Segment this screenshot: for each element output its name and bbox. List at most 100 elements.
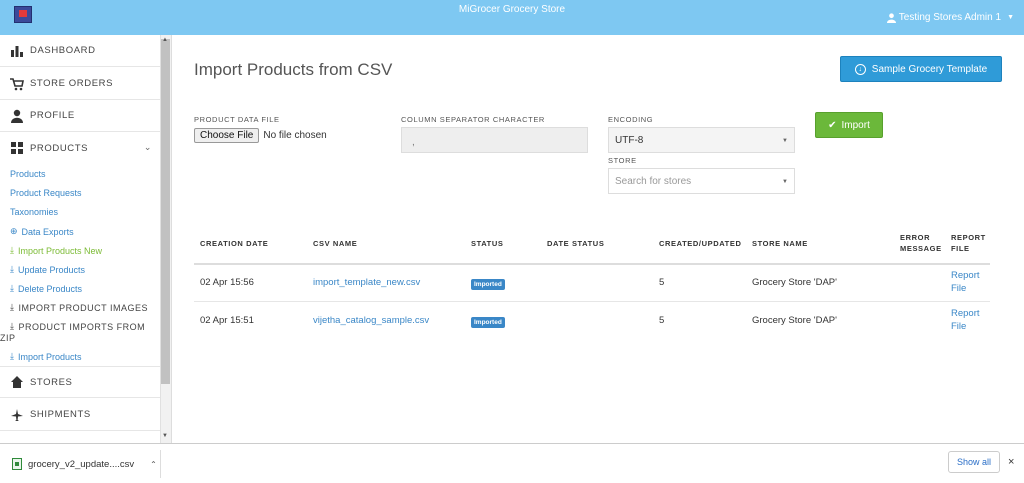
sidebar-sub-product-imports-zip[interactable]: ⤓ PRODUCT IMPORTS FROM bbox=[10, 321, 145, 332]
col-store-name: STORE NAME bbox=[752, 239, 808, 248]
download-icon: ↓ bbox=[854, 63, 866, 75]
grid-icon bbox=[10, 141, 24, 155]
chevron-down-icon: ⌄ bbox=[143, 142, 152, 152]
import-button[interactable]: ✔ Import bbox=[815, 112, 883, 138]
import-icon: ⤓ bbox=[10, 245, 14, 255]
caret-down-icon: ▼ bbox=[782, 179, 788, 185]
scroll-down-icon[interactable]: ▼ bbox=[162, 433, 168, 439]
file-status: No file chosen bbox=[263, 130, 327, 141]
file-input[interactable]: Choose File No file chosen bbox=[194, 128, 327, 143]
report-link-line1[interactable]: Report bbox=[951, 270, 980, 282]
close-icon[interactable]: × bbox=[1008, 456, 1014, 468]
import-icon: ⤓ bbox=[10, 302, 15, 312]
separator-label: COLUMN SEPARATOR CHARACTER bbox=[401, 115, 545, 124]
sample-template-button[interactable]: ↓ Sample Grocery Template bbox=[840, 56, 1002, 82]
sub-label-continued: ZIP bbox=[0, 333, 16, 343]
col-csv-name: CSV NAME bbox=[313, 239, 358, 248]
sidebar-item-shipments[interactable]: SHIPMENTS bbox=[0, 399, 160, 431]
col-report-file: FILE bbox=[951, 244, 970, 253]
sidebar-sub-zip-label: ZIP bbox=[0, 333, 16, 343]
download-bar: grocery_v2_update....csv ⌃ bbox=[0, 443, 1024, 483]
user-name: Testing Stores Admin 1 bbox=[898, 12, 1002, 23]
sidebar: DASHBOARD STORE ORDERS PROFILE PRODUCTS … bbox=[0, 35, 172, 443]
page-title: Import Products from CSV bbox=[194, 60, 393, 79]
sub-label: Import Products bbox=[17, 351, 82, 362]
cell-csv-link[interactable]: vijetha_catalog_sample.csv bbox=[313, 315, 429, 326]
encoding-select[interactable]: UTF-8 ▼ bbox=[608, 127, 795, 153]
sub-label: Update Products bbox=[17, 264, 86, 275]
encoding-value: UTF-8 bbox=[615, 135, 644, 146]
col-date-status: DATE STATUS bbox=[547, 239, 605, 248]
sidebar-sub-import-products[interactable]: ⤓ Import Products bbox=[10, 351, 82, 362]
import-icon: ⤓ bbox=[10, 351, 14, 361]
user-menu[interactable]: Testing Stores Admin 1 ▼ bbox=[886, 12, 1014, 23]
sidebar-item-label: STORES bbox=[30, 376, 73, 388]
sidebar-sub-product-requests[interactable]: Product Requests bbox=[10, 188, 82, 198]
sub-label: IMPORT PRODUCT IMAGES bbox=[18, 302, 149, 313]
sidebar-sub-import-products-new[interactable]: ⤓ Import Products New bbox=[10, 245, 102, 256]
col-error: ERROR bbox=[900, 233, 931, 242]
import-icon: ⤓ bbox=[10, 283, 14, 293]
sidebar-item-dashboard[interactable]: DASHBOARD bbox=[0, 35, 160, 67]
sidebar-item-stores[interactable]: STORES bbox=[0, 366, 160, 398]
sidebar-item-label: PROFILE bbox=[30, 110, 75, 121]
store-label: STORE bbox=[608, 156, 637, 165]
sidebar-scroll-thumb[interactable] bbox=[161, 39, 170, 384]
sidebar-item-label: PRODUCTS bbox=[30, 142, 89, 154]
separator-input[interactable]: , bbox=[401, 127, 588, 153]
status-badge: Imported bbox=[471, 279, 505, 290]
caret-down-icon: ▼ bbox=[1007, 14, 1014, 21]
col-error-message: MESSAGE bbox=[900, 244, 942, 253]
top-bar: MiGrocer Grocery Store Testing Stores Ad… bbox=[0, 0, 1024, 35]
import-icon: ⤓ bbox=[10, 321, 15, 331]
download-file-name: grocery_v2_update....csv bbox=[28, 458, 135, 470]
cart-icon bbox=[10, 77, 24, 91]
sub-label: Products bbox=[10, 169, 46, 179]
table-header-divider bbox=[194, 263, 990, 265]
sub-label: Data Exports bbox=[21, 226, 74, 237]
sample-template-label: Sample Grocery Template bbox=[871, 63, 988, 75]
show-all-button[interactable]: Show all bbox=[948, 451, 1000, 473]
home-icon bbox=[10, 375, 24, 389]
report-link-line1[interactable]: Report bbox=[951, 308, 980, 320]
cell-creation-date: 02 Apr 15:51 bbox=[200, 315, 254, 326]
sidebar-item-store-orders[interactable]: STORE ORDERS bbox=[0, 68, 160, 100]
report-link-line2[interactable]: File bbox=[951, 321, 966, 333]
store-select[interactable]: Search for stores ▼ bbox=[608, 168, 795, 194]
sidebar-sub-taxonomies[interactable]: Taxonomies bbox=[10, 207, 58, 217]
cell-creation-date: 02 Apr 15:56 bbox=[200, 277, 254, 288]
download-item[interactable]: grocery_v2_update....csv ⌃ bbox=[12, 458, 157, 470]
cell-created-updated: 5 bbox=[659, 315, 665, 326]
sidebar-sub-update-products[interactable]: ⤓ Update Products bbox=[10, 264, 85, 275]
choose-file-button[interactable]: Choose File bbox=[194, 128, 260, 143]
sidebar-item-products[interactable]: PRODUCTS ⌄ bbox=[0, 132, 160, 164]
sub-label: PRODUCT IMPORTS FROM bbox=[18, 321, 146, 332]
cell-created-updated: 5 bbox=[659, 277, 665, 288]
store-placeholder: Search for stores bbox=[615, 176, 692, 187]
cell-store-name: Grocery Store 'DAP' bbox=[752, 315, 837, 326]
caret-down-icon: ▼ bbox=[782, 138, 788, 144]
cell-csv-link[interactable]: import_template_new.csv bbox=[313, 277, 420, 288]
app-title: MiGrocer Grocery Store bbox=[458, 4, 566, 15]
sidebar-sub-import-product-images[interactable]: ⤓ IMPORT PRODUCT IMAGES bbox=[10, 302, 148, 313]
row-divider bbox=[194, 301, 990, 302]
sub-label: Product Requests bbox=[10, 188, 82, 198]
sidebar-sub-delete-products[interactable]: ⤓ Delete Products bbox=[10, 283, 82, 294]
plane-icon bbox=[10, 408, 24, 422]
chevron-up-icon[interactable]: ⌃ bbox=[150, 460, 157, 469]
sidebar-sub-data-exports[interactable]: ⊕ Data Exports bbox=[10, 226, 74, 237]
sidebar-item-profile[interactable]: PROFILE bbox=[0, 100, 160, 132]
import-icon: ⤓ bbox=[10, 264, 14, 274]
user-icon bbox=[10, 109, 24, 123]
scroll-up-icon[interactable]: ▲ bbox=[162, 37, 168, 43]
col-status: STATUS bbox=[471, 239, 504, 248]
report-link-line2[interactable]: File bbox=[951, 283, 966, 295]
encoding-label: ENCODING bbox=[608, 115, 654, 124]
import-label: Import bbox=[841, 119, 870, 131]
status-badge: Imported bbox=[471, 317, 505, 328]
check-icon: ✔ bbox=[828, 119, 837, 131]
sub-label: Import Products New bbox=[17, 245, 103, 256]
bar-chart-icon bbox=[10, 44, 24, 58]
sidebar-sub-products[interactable]: Products bbox=[10, 169, 46, 179]
sidebar-item-label: DASHBOARD bbox=[30, 45, 96, 56]
